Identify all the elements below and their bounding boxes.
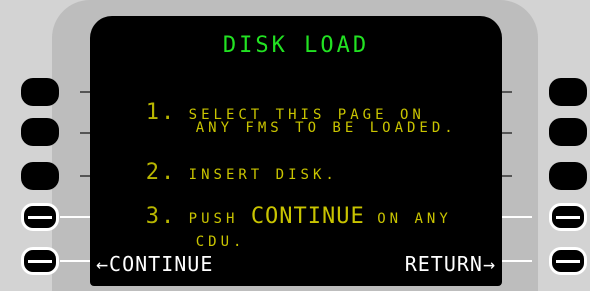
- left-line-select-key-5[interactable]: [21, 247, 59, 275]
- continue-prompt[interactable]: ←CONTINUE: [96, 252, 213, 276]
- right-line-select-key-4[interactable]: [549, 203, 587, 231]
- left-tick-4: [60, 216, 90, 218]
- right-tick-5: [502, 260, 532, 262]
- cdu-display: DISK LOAD 1. SELECT THIS PAGE ON ANY FMS…: [90, 16, 502, 286]
- left-line-select-key-1[interactable]: [21, 78, 59, 106]
- left-tick-5: [60, 260, 90, 262]
- step-2-text: INSERT DISK.: [188, 167, 338, 183]
- right-tick-2: [502, 132, 512, 134]
- right-tick-1: [502, 91, 512, 93]
- right-tick-3: [502, 175, 512, 177]
- step-3-suffix: ON ANY: [377, 211, 452, 227]
- step-1-text-2: ANY FMS TO BE LOADED.: [195, 120, 457, 136]
- left-tick-3: [80, 175, 90, 177]
- left-line-select-key-3[interactable]: [21, 162, 59, 190]
- left-line-select-key-2[interactable]: [21, 118, 59, 146]
- right-line-select-key-5[interactable]: [549, 247, 587, 275]
- left-line-select-key-4[interactable]: [21, 203, 59, 231]
- right-line-select-key-2[interactable]: [549, 118, 587, 146]
- right-line-select-key-3[interactable]: [549, 162, 587, 190]
- left-tick-2: [80, 132, 90, 134]
- right-tick-4: [502, 216, 532, 218]
- left-tick-1: [80, 91, 90, 93]
- page-title: DISK LOAD: [222, 33, 370, 58]
- return-prompt[interactable]: RETURN→: [405, 252, 496, 276]
- step-3-text-2: CDU.: [195, 234, 246, 250]
- step-2-number: 2.: [145, 160, 177, 185]
- right-line-select-key-1[interactable]: [549, 78, 587, 106]
- step-3-keyword: CONTINUE: [250, 204, 365, 229]
